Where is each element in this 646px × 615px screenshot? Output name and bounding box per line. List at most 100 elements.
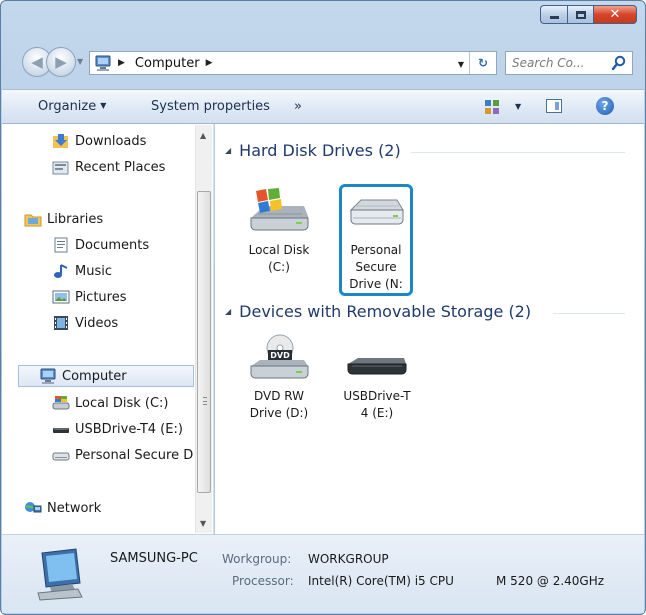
nav-item-usb-drive[interactable]: USBDrive-T4 (E:) (52, 418, 183, 440)
usb-drive-icon (53, 428, 69, 433)
organize-menu[interactable]: Organize ▼ (38, 99, 106, 114)
drive-name-line-2: Drive (D:) (249, 406, 309, 420)
downloads-folder-icon (53, 134, 68, 148)
dvd-drive-icon: DVD (246, 334, 312, 384)
maximize-icon (575, 10, 586, 19)
music-icon (54, 264, 68, 278)
drive-dvd-rw[interactable]: DVD DVD RW Drive (D:) (239, 334, 319, 422)
processor-label: Processor: (232, 574, 294, 588)
nav-item-libraries[interactable]: Libraries (24, 208, 103, 230)
recent-pages-dropdown[interactable]: ▼ (77, 57, 83, 66)
refresh-icon: ↻ (477, 56, 489, 70)
nav-label: USBDrive-T4 (E:) (75, 421, 183, 437)
drive-name-line-2: 4 (E:) (360, 406, 394, 420)
preview-pane-icon[interactable] (546, 99, 562, 113)
drive-name-line-1: USBDrive-T (343, 389, 411, 403)
nav-item-personal-secure-drive[interactable]: Personal Secure D (52, 444, 193, 466)
organize-label: Organize (38, 99, 97, 114)
nav-label: Computer (62, 368, 127, 384)
svg-text:DVD: DVD (270, 351, 290, 360)
group-header-hard-disk-drives[interactable]: ◢ Hard Disk Drives (2) (225, 141, 401, 160)
group-title: Hard Disk Drives (2) (239, 141, 401, 160)
nav-item-pictures[interactable]: Pictures (52, 286, 126, 308)
group-title: Devices with Removable Storage (2) (239, 302, 532, 321)
nav-label: Personal Secure D (75, 447, 194, 463)
address-dropdown-icon[interactable]: ▼ (458, 60, 464, 69)
workgroup-value: WORKGROUP (308, 552, 389, 566)
nav-label: Network (47, 500, 102, 516)
network-icon (25, 502, 42, 513)
breadcrumb-computer[interactable]: Computer (135, 56, 200, 71)
libraries-icon (24, 214, 42, 227)
chevron-down-icon: ▼ (100, 101, 107, 110)
navigation-pane: Downloads Recent Places Libraries Docume… (2, 124, 214, 534)
processor-value: Intel(R) Core(TM) i5 CPU (308, 574, 454, 588)
maximize-button[interactable] (567, 5, 593, 24)
nav-label: Recent Places (75, 159, 166, 175)
drive-personal-secure-drive[interactable]: Personal Secure Drive (N: (339, 184, 413, 296)
scroll-up-arrow-icon[interactable]: ▲ (200, 131, 206, 140)
breadcrumb-separator-end[interactable]: ▶ (206, 58, 213, 68)
drive-name-line-3: Drive (N: (349, 277, 403, 291)
search-placeholder: Search Co... (512, 56, 585, 70)
nav-item-videos[interactable]: Videos (52, 312, 118, 334)
refresh-button[interactable]: ↻ (469, 52, 496, 74)
system-properties-button[interactable]: System properties (151, 99, 270, 114)
external-drive-icon (52, 452, 70, 461)
back-arrow-icon: ◀ (31, 53, 43, 71)
address-bar[interactable]: ▶ Computer ▶ ▼ ↻ (89, 51, 497, 75)
minimize-icon (549, 16, 559, 19)
group-header-removable-storage[interactable]: ◢ Devices with Removable Storage (2) (225, 302, 531, 321)
drive-name-line-1: Local Disk (248, 243, 310, 257)
scrollbar-thumb[interactable] (197, 191, 211, 493)
forward-button[interactable]: ▶ (46, 47, 76, 77)
close-button[interactable]: ✕ (593, 5, 637, 24)
drive-local-disk[interactable]: Local Disk (C:) (239, 188, 319, 276)
help-icon[interactable]: ? (596, 97, 614, 115)
breadcrumb-separator[interactable]: ▶ (118, 58, 125, 68)
nav-item-local-disk[interactable]: Local Disk (C:) (52, 392, 168, 414)
search-input[interactable]: Search Co... (505, 51, 633, 75)
recent-places-icon (52, 161, 69, 175)
minimize-button[interactable] (540, 5, 567, 24)
local-disk-icon (52, 396, 70, 410)
nav-item-recent-places[interactable]: Recent Places (52, 156, 165, 178)
command-bar: Organize ▼ System properties » ▼ ? (2, 89, 644, 124)
caption-buttons: ✕ (540, 5, 637, 24)
drive-name-line-1: DVD RW (253, 389, 304, 403)
drive-name-line-1: Personal (350, 243, 402, 257)
computer-large-icon (37, 548, 83, 601)
title-bar[interactable]: ✕ (1, 1, 645, 41)
nav-item-music[interactable]: Music (52, 260, 112, 282)
nav-item-computer[interactable]: Computer (18, 365, 194, 387)
more-commands-button[interactable]: » (294, 99, 302, 114)
details-pane: SAMSUNG-PC Workgroup: WORKGROUP Processo… (2, 534, 644, 613)
nav-label: Videos (75, 315, 119, 331)
computer-name: SAMSUNG-PC (110, 551, 198, 566)
navigation-scrollbar[interactable]: ▲ ▼ (195, 125, 212, 533)
videos-icon (54, 316, 68, 330)
nav-label: Local Disk (C:) (75, 395, 169, 411)
content-pane: ◢ Hard Disk Drives (2) Local Disk (C:) P… (215, 124, 644, 534)
scroll-down-arrow-icon[interactable]: ▼ (200, 519, 206, 528)
change-view-icon[interactable] (484, 99, 500, 115)
usb-drive-large-icon (344, 334, 410, 384)
drive-name-line-2: (C:) (268, 260, 290, 274)
nav-label: Downloads (75, 133, 147, 149)
explorer-window: ✕ ◀ ▶ ▼ ▶ Computer ▶ ▼ ↻ Search Co... Or… (0, 0, 646, 615)
search-icon[interactable] (611, 55, 627, 71)
view-options-dropdown[interactable]: ▼ (515, 102, 521, 111)
local-disk-drive-icon (246, 188, 312, 238)
nav-label: Libraries (47, 211, 104, 227)
nav-item-downloads[interactable]: Downloads (52, 130, 146, 152)
processor-model: M 520 @ 2.40GHz (496, 574, 605, 588)
documents-icon (54, 237, 68, 253)
collapse-triangle-icon[interactable]: ◢ (225, 146, 231, 155)
drive-usb[interactable]: USBDrive-T 4 (E:) (337, 334, 417, 422)
nav-item-documents[interactable]: Documents (52, 234, 149, 256)
drive-name-line-2: Secure (355, 260, 397, 274)
collapse-triangle-icon[interactable]: ◢ (225, 307, 231, 316)
nav-item-network[interactable]: Network (24, 497, 101, 519)
computer-icon (95, 55, 111, 71)
pictures-icon (52, 290, 70, 304)
